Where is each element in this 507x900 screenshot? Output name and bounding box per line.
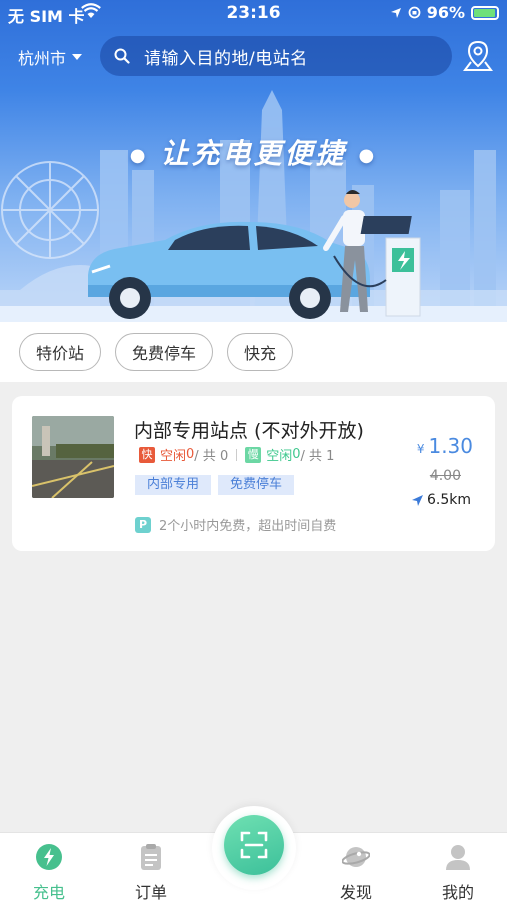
fast-idle-label: 空闲	[160, 449, 187, 464]
tab-label: 发现	[339, 883, 372, 900]
filter-bar: 特价站 免费停车 快充	[0, 322, 507, 382]
filter-chip-free-parking[interactable]: 免费停车	[115, 333, 214, 371]
parking-note: 2个小时内免费，超出时间自费	[159, 519, 337, 534]
slow-idle-count: 0	[292, 447, 301, 462]
station-tag: 免费停车	[218, 475, 295, 495]
clipboard-icon	[141, 844, 161, 870]
tab-charge[interactable]: 充电	[9, 843, 89, 900]
banner-slogan: ● 让充电更便捷 ●	[129, 137, 378, 170]
city-selector[interactable]: 杭州市	[18, 45, 83, 69]
currency-symbol: ¥	[416, 442, 425, 456]
status-bar: 无 SIM 卡 23:16 96%	[0, 0, 507, 26]
tab-label: 我的	[441, 883, 474, 900]
battery-icon	[471, 5, 499, 20]
search-placeholder: 请输入目的地/电站名	[144, 48, 308, 69]
station-photo	[32, 416, 114, 498]
parking-icon: P	[135, 516, 151, 533]
navigation-arrow-icon	[411, 494, 423, 506]
search-bar[interactable]: 请输入目的地/电站名	[100, 36, 452, 76]
tab-mine[interactable]: 我的	[418, 843, 498, 900]
station-tag: 内部专用	[135, 475, 212, 495]
status-right: 96%	[390, 3, 499, 22]
scan-icon	[240, 831, 268, 859]
distance: 6.5km	[411, 492, 471, 508]
fast-idle-count: 0	[186, 447, 195, 462]
map-location-icon[interactable]	[463, 40, 493, 72]
location-arrow-icon	[390, 7, 401, 18]
fast-total: / 共 0	[194, 449, 229, 464]
filter-chip-fast-charge[interactable]: 快充	[227, 333, 294, 371]
station-price: ¥1.30	[417, 434, 473, 458]
city-label: 杭州市	[18, 49, 67, 68]
planet-icon	[341, 847, 371, 867]
charge-bolt-icon	[36, 844, 62, 870]
banner: 无 SIM 卡 23:16 96% 杭州市 请输入目的地/电站名 ● 让充电更便捷…	[0, 0, 507, 322]
slow-total: / 共 1	[300, 449, 335, 464]
fast-charger-badge: 快	[139, 446, 155, 463]
parking-note-row: P 2个小时内免费，超出时间自费	[135, 515, 336, 534]
orientation-lock-icon	[408, 6, 421, 19]
distance-value: 6.5km	[426, 492, 471, 508]
tab-discover[interactable]: 发现	[316, 843, 396, 900]
station-tags: 内部专用 免费停车	[135, 475, 295, 495]
tab-label: 订单	[134, 883, 167, 900]
station-card[interactable]: 内部专用站点 (不对外开放) 快 空闲 0 / 共 0 慢 空闲 0 / 共 1…	[12, 396, 495, 551]
slow-charger-badge: 慢	[245, 446, 262, 463]
original-price: 4.00	[429, 468, 461, 484]
battery-percent: 96%	[426, 3, 465, 22]
station-name: 内部专用站点 (不对外开放)	[134, 420, 364, 442]
search-icon	[114, 48, 130, 64]
divider	[236, 448, 238, 461]
availability-row: 快 空闲 0 / 共 0 慢 空闲 0 / 共 1	[139, 445, 334, 464]
banner-illustration	[0, 90, 507, 322]
scan-button[interactable]	[224, 815, 284, 875]
price-value: 1.30	[428, 434, 473, 458]
user-icon	[446, 845, 470, 870]
tab-orders[interactable]: 订单	[111, 843, 191, 900]
slow-idle-label: 空闲	[266, 449, 293, 464]
tab-label: 充电	[32, 883, 65, 900]
chevron-down-icon	[72, 54, 83, 60]
filter-chip-discount[interactable]: 特价站	[19, 333, 102, 371]
